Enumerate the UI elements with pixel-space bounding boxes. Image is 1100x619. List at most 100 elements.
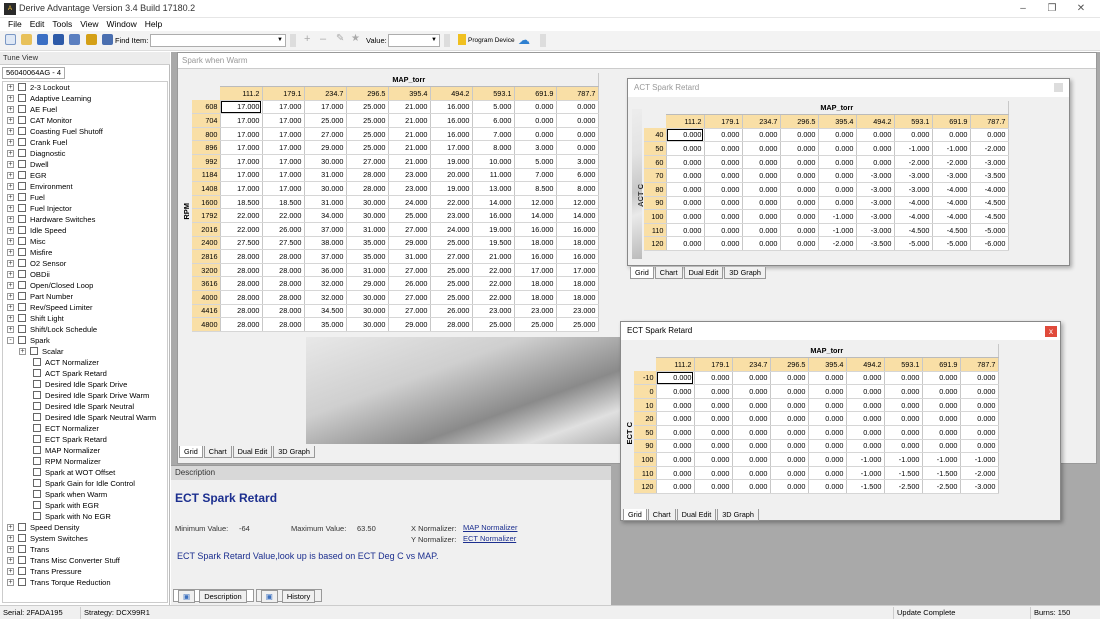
- grid-cell[interactable]: 28.000: [430, 317, 473, 332]
- save-icon[interactable]: [37, 34, 48, 45]
- grid-cell[interactable]: 26.000: [430, 304, 473, 319]
- grid-cell[interactable]: 30.000: [346, 290, 389, 305]
- grid-cell[interactable]: 10.000: [472, 154, 515, 169]
- grid-cell[interactable]: 0.000: [666, 196, 705, 211]
- checkbox-icon[interactable]: [18, 182, 26, 190]
- grid-cell[interactable]: 17.000: [262, 181, 305, 196]
- grid-cell[interactable]: -3.000: [856, 168, 895, 184]
- grid-cell[interactable]: 0.000: [960, 439, 999, 454]
- tab-history[interactable]: ▣ History: [255, 589, 323, 603]
- checkbox-icon[interactable]: [18, 149, 26, 157]
- grid-cell[interactable]: 7.000: [514, 168, 557, 183]
- grid-cell[interactable]: 18.000: [556, 236, 599, 251]
- tab-3d-graph[interactable]: 3D Graph: [273, 446, 315, 458]
- grid-cell[interactable]: 0.000: [922, 384, 961, 399]
- grid-cell[interactable]: 8.000: [472, 140, 515, 156]
- column-header[interactable]: 494.2: [430, 86, 473, 101]
- grid-cell[interactable]: 0.000: [960, 411, 999, 427]
- tree-item[interactable]: + System Switches: [3, 533, 167, 544]
- tree-item[interactable]: + Rev/Speed Limiter: [3, 302, 167, 313]
- grid-cell[interactable]: 16.000: [556, 249, 599, 264]
- grid-cell[interactable]: 28.000: [262, 317, 305, 332]
- grid-cell[interactable]: 18.000: [514, 236, 557, 251]
- grid-cell[interactable]: 0.000: [742, 168, 781, 184]
- tree-item[interactable]: + Shift/Lock Schedule: [3, 324, 167, 335]
- grid-cell[interactable]: 0.000: [922, 411, 961, 427]
- grid-cell[interactable]: -2.500: [922, 479, 961, 495]
- grid-cell[interactable]: 27.500: [262, 236, 305, 251]
- grid-cell[interactable]: 28.000: [220, 290, 263, 305]
- grid-cell[interactable]: 0.000: [780, 141, 819, 156]
- grid-cell[interactable]: 17.000: [220, 127, 263, 142]
- grid-cell[interactable]: 25.000: [430, 290, 473, 305]
- expand-icon[interactable]: +: [7, 260, 14, 267]
- grid-cell[interactable]: 0.000: [656, 398, 695, 413]
- row-header[interactable]: 100: [644, 209, 667, 224]
- row-header[interactable]: 1600: [192, 195, 221, 210]
- checkbox-icon[interactable]: [33, 457, 41, 465]
- grid-cell[interactable]: 23.000: [556, 304, 599, 319]
- checkbox-icon[interactable]: [18, 314, 26, 322]
- grid-cell[interactable]: -3.000: [970, 155, 1009, 170]
- row-header[interactable]: 1792: [192, 208, 221, 224]
- grid-cell[interactable]: 17.000: [220, 168, 263, 183]
- grid-cell[interactable]: 0.000: [884, 411, 923, 427]
- grid-cell[interactable]: 0.000: [694, 452, 733, 467]
- checkbox-icon[interactable]: [33, 501, 41, 509]
- grid-cell[interactable]: 17.000: [220, 140, 263, 156]
- grid-cell[interactable]: 0.000: [808, 466, 847, 481]
- grid-cell[interactable]: 25.000: [430, 276, 473, 291]
- expand-icon[interactable]: +: [7, 194, 14, 201]
- tree-item[interactable]: Desired Idle Spark Drive: [3, 379, 167, 390]
- grid-cell[interactable]: 28.000: [262, 263, 305, 278]
- tab-dual-edit[interactable]: Dual Edit: [683, 267, 724, 279]
- checkbox-icon[interactable]: [18, 127, 26, 135]
- grid-cell[interactable]: 0.000: [808, 411, 847, 427]
- grid-cell[interactable]: 30.000: [304, 181, 347, 196]
- grid-cell[interactable]: 0.000: [704, 128, 743, 143]
- grid-cell[interactable]: 31.000: [388, 249, 431, 264]
- grid-cell[interactable]: -6.000: [970, 236, 1009, 252]
- grid-cell[interactable]: 0.000: [770, 398, 809, 413]
- tab-grid[interactable]: Grid: [630, 267, 654, 279]
- grid-cell[interactable]: 0.000: [694, 384, 733, 399]
- grid-cell[interactable]: 22.000: [220, 222, 263, 237]
- checkbox-icon[interactable]: [18, 578, 26, 586]
- tree-item[interactable]: + Misc: [3, 236, 167, 247]
- grid-cell[interactable]: 29.000: [346, 276, 389, 291]
- grid-cell[interactable]: 28.000: [220, 249, 263, 264]
- grid-cell[interactable]: 25.000: [346, 100, 389, 115]
- grid-cell[interactable]: 19.000: [430, 154, 473, 169]
- grid-cell[interactable]: 23.000: [472, 304, 515, 319]
- save-all-icon[interactable]: [53, 34, 64, 45]
- tab-3d-graph[interactable]: 3D Graph: [717, 509, 759, 521]
- grid-cell[interactable]: 0.000: [742, 209, 781, 224]
- tree-item[interactable]: + Coasting Fuel Shutoff: [3, 126, 167, 137]
- grid-cell[interactable]: 0.000: [514, 113, 557, 128]
- tab-chart[interactable]: Chart: [647, 509, 676, 521]
- grid-cell[interactable]: 24.000: [388, 195, 431, 210]
- grid-cell[interactable]: 37.000: [304, 249, 347, 264]
- column-header[interactable]: 787.7: [970, 114, 1009, 129]
- grid-cell[interactable]: 0.000: [960, 371, 999, 386]
- row-header[interactable]: 1408: [192, 181, 221, 196]
- menu-edit[interactable]: Edit: [26, 18, 49, 30]
- expand-icon[interactable]: +: [7, 117, 14, 124]
- grid-cell[interactable]: 0.000: [818, 182, 857, 197]
- checkbox-icon[interactable]: [33, 490, 41, 498]
- open-folder-icon[interactable]: [21, 34, 32, 45]
- grid-cell[interactable]: 0.000: [770, 371, 809, 386]
- row-header[interactable]: 40: [644, 128, 667, 143]
- grid-cell[interactable]: 0.000: [846, 439, 885, 454]
- grid-cell[interactable]: -5.000: [970, 223, 1009, 238]
- grid-cell[interactable]: 31.000: [304, 195, 347, 210]
- grid-cell[interactable]: 0.000: [656, 439, 695, 454]
- grid-cell[interactable]: 0.000: [770, 479, 809, 495]
- grid-cell[interactable]: 0.000: [732, 466, 771, 481]
- tree-item[interactable]: + Dwell: [3, 159, 167, 170]
- menu-help[interactable]: Help: [141, 18, 166, 30]
- grid-cell[interactable]: 0.000: [808, 439, 847, 454]
- grid-cell[interactable]: 25.000: [430, 263, 473, 278]
- grid-cell[interactable]: 28.000: [262, 304, 305, 319]
- expand-icon[interactable]: +: [7, 183, 14, 190]
